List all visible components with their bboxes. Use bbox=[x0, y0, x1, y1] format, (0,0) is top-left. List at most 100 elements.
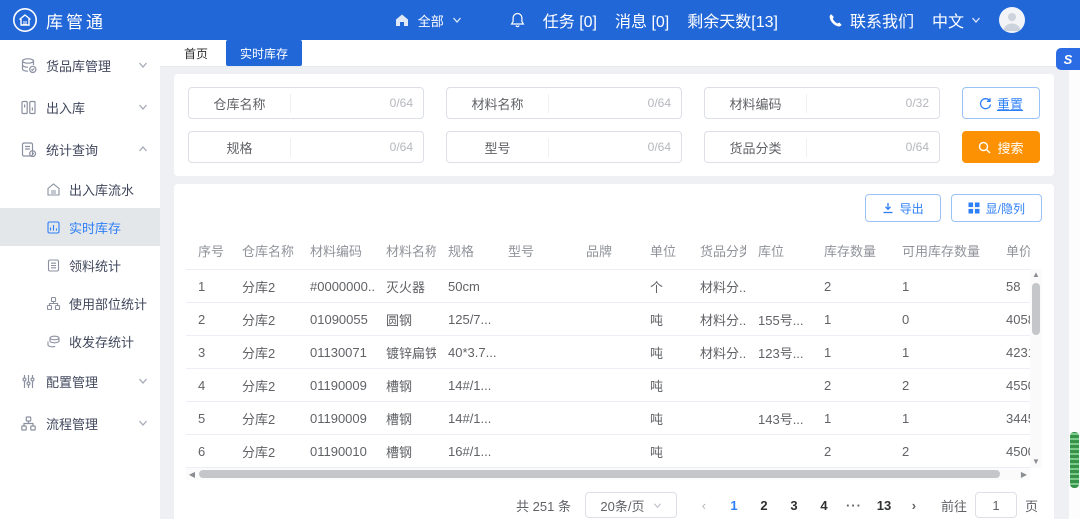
table-row[interactable]: 5分库201190009槽钢14#/1...吨143号...113445.12 bbox=[186, 401, 1030, 435]
field-spec[interactable]: 规格 0/64 bbox=[188, 131, 424, 163]
show-hide-columns-button[interactable]: 显/隐列 bbox=[950, 194, 1042, 222]
page-number-4[interactable]: 4 bbox=[811, 492, 837, 518]
search-button[interactable]: 搜索 bbox=[962, 131, 1040, 163]
floating-widget[interactable]: S bbox=[1056, 48, 1080, 70]
person-icon bbox=[1003, 13, 1021, 31]
cell: 材料分... bbox=[688, 269, 746, 303]
sidebar-item-config-management[interactable]: 配置管理 bbox=[0, 360, 160, 402]
chevron-down-icon bbox=[139, 378, 147, 384]
tab-home[interactable]: 首页 bbox=[170, 40, 222, 66]
sidebar-item-in-out-warehouse[interactable]: 出入库 bbox=[0, 86, 160, 128]
app-logo: 库管通 bbox=[12, 7, 106, 33]
material-code-input[interactable] bbox=[807, 88, 906, 118]
page-number-1[interactable]: 1 bbox=[721, 492, 747, 518]
goto-page-input[interactable] bbox=[974, 492, 1017, 518]
chevron-down-icon bbox=[139, 420, 147, 426]
sidebar-item-goods-warehouse[interactable]: 货品库管理 bbox=[0, 44, 160, 86]
language-selector[interactable]: 中文 bbox=[932, 8, 981, 32]
model-input[interactable] bbox=[549, 132, 648, 162]
cell: 155号... bbox=[746, 302, 812, 336]
scroll-right-arrow[interactable]: ▶ bbox=[1018, 470, 1030, 479]
col-header[interactable]: 型号 bbox=[496, 232, 574, 270]
scroll-left-arrow[interactable]: ◀ bbox=[186, 470, 198, 479]
col-header[interactable]: 单位 bbox=[638, 232, 688, 270]
cell: 2 bbox=[812, 368, 890, 402]
warehouse-name-input[interactable] bbox=[291, 88, 390, 118]
page-ellipsis[interactable]: ··· bbox=[841, 492, 867, 518]
page-number-13[interactable]: 13 bbox=[871, 492, 897, 518]
notifications-bell[interactable] bbox=[510, 12, 525, 28]
cell bbox=[574, 269, 638, 303]
page-number-3[interactable]: 3 bbox=[781, 492, 807, 518]
app-title: 库管通 bbox=[46, 12, 106, 32]
pagination: 共 251 条 20条/页 ‹ 1 2 3 4 ··· 13 › 前往 1 页 bbox=[186, 480, 1042, 519]
table-horizontal-scrollbar[interactable]: ◀ ▶ bbox=[186, 468, 1030, 480]
char-counter: 0/32 bbox=[905, 96, 929, 110]
col-header[interactable]: 可用库存数量 bbox=[890, 232, 1006, 270]
scroll-up-arrow[interactable]: ▲ bbox=[1032, 269, 1040, 281]
sidebar-item-label: 流程管理 bbox=[46, 416, 99, 432]
window-scrollbar[interactable] bbox=[1069, 40, 1080, 519]
cell bbox=[496, 269, 574, 303]
field-material-name[interactable]: 材料名称 0/64 bbox=[446, 87, 682, 119]
cell: 1 bbox=[812, 335, 890, 369]
field-model[interactable]: 型号 0/64 bbox=[446, 131, 682, 163]
scope-label: 全部 bbox=[417, 13, 444, 29]
tab-realtime-inventory[interactable]: 实时库存 bbox=[226, 40, 303, 66]
page-size-select[interactable]: 20条/页 bbox=[584, 492, 677, 518]
col-header[interactable]: 货品分类 bbox=[688, 232, 746, 270]
sidebar-item-process-management[interactable]: 流程管理 bbox=[0, 402, 160, 444]
user-avatar[interactable] bbox=[999, 7, 1025, 33]
contact-us-link[interactable]: 联系我们 bbox=[828, 8, 914, 32]
export-label: 导出 bbox=[899, 201, 924, 216]
col-header[interactable]: 单价 bbox=[1006, 232, 1030, 270]
reset-button[interactable]: 重置 bbox=[962, 87, 1040, 119]
sidebar-item-material-stats[interactable]: 领料统计 bbox=[0, 246, 160, 284]
cell: 吨 bbox=[638, 434, 688, 468]
material-name-input[interactable] bbox=[549, 88, 648, 118]
cell: 4231.33 bbox=[1006, 335, 1030, 369]
table-row[interactable]: 6分库201190010槽钢16#/1...吨224500 bbox=[186, 434, 1030, 468]
field-material-code[interactable]: 材料编码 0/32 bbox=[704, 87, 940, 119]
cell: 58 bbox=[1006, 269, 1030, 303]
scroll-down-arrow[interactable]: ▼ bbox=[1032, 456, 1040, 468]
col-header[interactable]: 仓库名称 bbox=[230, 232, 298, 270]
goods-category-input[interactable] bbox=[807, 132, 906, 162]
sidebar-item-inout-flow[interactable]: 出入库流水 bbox=[0, 170, 160, 208]
col-header[interactable]: 库存数量 bbox=[812, 232, 890, 270]
table-row[interactable]: 4分库201190009槽钢14#/1...吨224550 bbox=[186, 368, 1030, 402]
sliders-icon bbox=[20, 373, 37, 390]
export-button[interactable]: 导出 bbox=[864, 194, 941, 222]
field-goods-category[interactable]: 货品分类 0/64 bbox=[704, 131, 940, 163]
table-row[interactable]: 2 分库2 01090055 圆钢 125/7... 吨材料分... 155号... 1 0 40… bbox=[186, 302, 1030, 336]
col-header[interactable]: 规格 bbox=[436, 232, 496, 270]
field-warehouse-name[interactable]: 仓库名称 0/64 bbox=[188, 87, 424, 119]
table-row[interactable]: 1 分库2 #0000000... 灭火器 50cm 个材料分... 2 1 58 bbox=[186, 269, 1030, 303]
col-header[interactable]: 序号 bbox=[186, 232, 230, 270]
sidebar-item-statistics-query[interactable]: 统计查询 bbox=[0, 128, 160, 170]
page-number-2[interactable]: 2 bbox=[751, 492, 777, 518]
horizontal-scroll-thumb[interactable] bbox=[199, 470, 1000, 478]
vertical-scroll-thumb[interactable] bbox=[1032, 283, 1040, 335]
prev-page-button[interactable]: ‹ bbox=[691, 492, 717, 518]
table-vertical-scrollbar[interactable]: ▲ ▼ bbox=[1030, 269, 1042, 468]
messages-link[interactable]: 消息 [0] bbox=[615, 8, 669, 32]
window-scroll-thumb[interactable] bbox=[1070, 432, 1079, 488]
scope-selector[interactable]: 全部 bbox=[394, 11, 462, 30]
cell: 吨 bbox=[638, 401, 688, 435]
sidebar-item-usage-location-stats[interactable]: 使用部位统计 bbox=[0, 284, 160, 322]
next-page-button[interactable]: › bbox=[901, 492, 927, 518]
col-header[interactable]: 材料名称 bbox=[374, 232, 436, 270]
tasks-link[interactable]: 任务 [0] bbox=[543, 8, 597, 32]
table-row[interactable]: 3 分库2 01130071 镀锌扁铁 40*3.7... 吨材料分... 123号... 1… bbox=[186, 335, 1030, 369]
cell bbox=[496, 302, 574, 336]
col-header[interactable]: 材料编码 bbox=[298, 232, 374, 270]
cell: 14#/1... bbox=[436, 401, 496, 435]
spec-input[interactable] bbox=[291, 132, 390, 162]
sidebar-item-receive-send-stats[interactable]: 收发存统计 bbox=[0, 322, 160, 360]
sidebar-item-realtime-inventory[interactable]: 实时库存 bbox=[0, 208, 160, 246]
cell bbox=[496, 368, 574, 402]
col-header[interactable]: 库位 bbox=[746, 232, 812, 270]
col-header[interactable]: 品牌 bbox=[574, 232, 638, 270]
sidebar: 货品库管理 出入库 统计查询 出入库流水 实时库存 领料统计 使用部位统计 收发… bbox=[0, 40, 160, 519]
